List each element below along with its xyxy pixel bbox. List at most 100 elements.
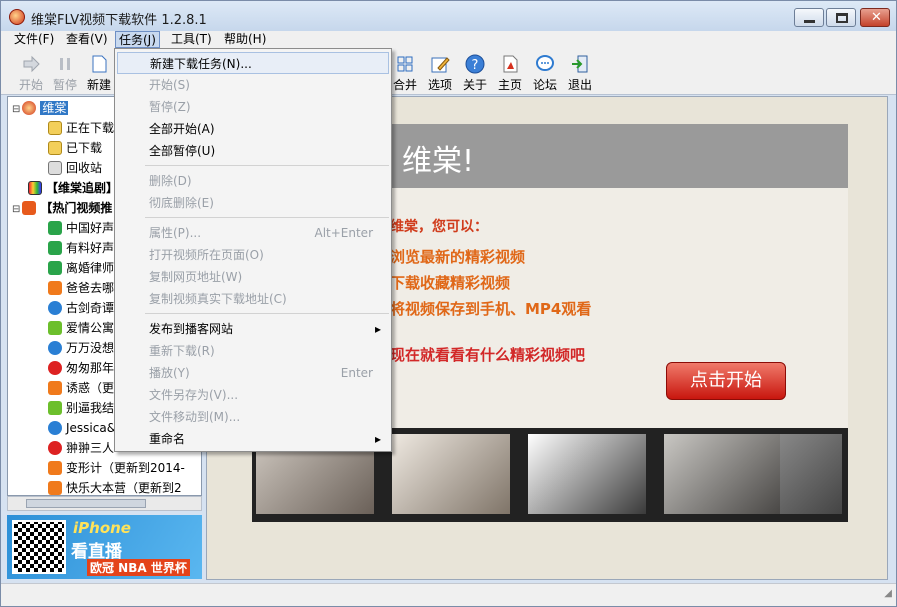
svg-text:?: ? — [472, 58, 479, 73]
tree-item-video[interactable]: 古剑奇谭 — [48, 299, 114, 317]
qr-code — [12, 520, 66, 574]
window-title: 维棠FLV视频下载软件 1.2.8.1 — [31, 13, 207, 28]
menu-item-save-as[interactable]: 文件另存为(V)... — [117, 384, 389, 406]
video-thumbnail[interactable] — [664, 434, 782, 514]
menu-item-start[interactable]: 开始(S) — [117, 74, 389, 96]
forum-tool-button[interactable]: 论坛 — [527, 54, 563, 93]
merge-tool-button[interactable]: 合并 — [387, 54, 423, 93]
close-button[interactable]: ✕ — [860, 8, 890, 27]
options-pencil-icon — [431, 57, 450, 73]
tree-item-video[interactable]: 快乐大本营（更新到2 — [48, 479, 182, 495]
tree-item-root[interactable]: ⊟ 维棠 — [12, 99, 69, 117]
bullet-item: 将视频保存到手机、MP4观看 — [390, 300, 592, 318]
menu-item-new-download[interactable]: 新建下载任务(N)... — [117, 52, 389, 74]
forum-chat-icon — [536, 55, 554, 71]
menu-item-properties[interactable]: 属性(P)... Alt+Enter — [117, 222, 389, 244]
menu-bar: 文件(F) 查看(V) 任务(J) 工具(T) 帮助(H) — [1, 31, 896, 48]
menu-item-publish[interactable]: 发布到播客网站 ▸ — [117, 318, 389, 340]
home-tool-button[interactable]: 主页 — [492, 54, 528, 93]
merge-grid-icon — [397, 56, 413, 72]
play-circle-icon — [48, 341, 62, 355]
bullet-item: 下载收藏精彩视频 — [390, 274, 511, 292]
tree-item-video[interactable]: 匆匆那年 — [48, 359, 114, 377]
tree-item-video[interactable]: 别逼我结 — [48, 399, 114, 417]
play-icon — [48, 261, 62, 275]
menu-item-pause[interactable]: 暂停(Z) — [117, 96, 389, 118]
tree-item-video[interactable]: 中国好声 — [48, 219, 114, 237]
bullet-item: 浏览最新的精彩视频 — [390, 248, 526, 266]
tree-item-downloaded[interactable]: 已下载 — [48, 139, 102, 157]
exit-door-icon — [572, 55, 588, 73]
iphone-live-ad-banner[interactable]: iPhone 看直播 欧冠 NBA 世界杯 — [7, 515, 202, 579]
about-tool-button[interactable]: ? 关于 — [457, 54, 493, 93]
menu-item-play[interactable]: 播放(Y) Enter — [117, 362, 389, 384]
tree-item-video[interactable]: 爸爸去哪 — [48, 279, 114, 297]
submenu-arrow-icon: ▸ — [374, 322, 381, 336]
menu-tools[interactable]: 工具(T) — [168, 31, 215, 48]
menu-item-open-video-page[interactable]: 打开视频所在页面(O) — [117, 244, 389, 266]
submenu-arrow-icon: ▸ — [374, 432, 381, 446]
tree-item-video[interactable]: 诱惑（更 — [48, 379, 114, 397]
video-thumbnail[interactable] — [528, 434, 646, 514]
status-bar: ◢ — [1, 583, 896, 606]
menu-item-delete-permanently[interactable]: 彻底删除(E) — [117, 192, 389, 214]
folder-download-icon — [48, 121, 62, 135]
menu-item-copy-page-url[interactable]: 复制网页地址(W) — [117, 266, 389, 288]
start-tool-button[interactable]: 开始 — [13, 54, 49, 93]
tree-horizontal-scrollbar[interactable] — [7, 496, 202, 511]
play-circle-icon — [48, 421, 62, 435]
tree-item-video[interactable]: 翀翀三人 — [48, 439, 114, 457]
video-thumbnail[interactable] — [392, 434, 510, 514]
menu-item-delete[interactable]: 删除(D) — [117, 170, 389, 192]
minimize-button[interactable] — [794, 8, 824, 27]
click-start-button[interactable]: 点击开始 — [666, 362, 786, 400]
menu-help[interactable]: 帮助(H) — [221, 31, 269, 48]
menu-item-rename[interactable]: 重命名 ▸ — [117, 428, 389, 450]
tree-item-tracking[interactable]: 【维棠追剧】 — [28, 179, 118, 197]
tree-item-hot[interactable]: ⊟ 【热门视频推 — [12, 199, 112, 217]
pause-tool-button[interactable]: 暂停 — [47, 54, 83, 93]
pause-icon — [60, 58, 70, 70]
app-logo-icon — [9, 9, 25, 25]
options-tool-button[interactable]: 选项 — [422, 54, 458, 93]
menu-view[interactable]: 查看(V) — [63, 31, 111, 48]
play-icon — [48, 221, 62, 235]
app-window: 维棠FLV视频下载软件 1.2.8.1 ✕ 文件(F) 查看(V) 任务(J) … — [0, 0, 897, 607]
tree-item-video[interactable]: 变形计（更新到2014- — [48, 459, 185, 477]
tree-item-video[interactable]: 有料好声 — [48, 239, 114, 257]
red-logo-icon — [48, 441, 62, 455]
menu-item-redownload[interactable]: 重新下载(R) — [117, 340, 389, 362]
tree-item-recycle[interactable]: 回收站 — [48, 159, 102, 177]
home-page-icon — [503, 55, 518, 73]
menu-file[interactable]: 文件(F) — [11, 31, 57, 48]
recycle-bin-icon — [48, 161, 62, 175]
video-thumbnail[interactable] — [780, 434, 842, 514]
weitang-logo-icon — [22, 101, 37, 115]
play-icon — [48, 241, 62, 255]
new-tool-button[interactable]: 新建 — [81, 54, 117, 93]
menu-item-pause-all[interactable]: 全部暂停(U) — [117, 140, 389, 162]
maximize-button[interactable] — [826, 8, 856, 27]
tree-item-video[interactable]: 爱情公寓 — [48, 319, 114, 337]
tv-logo-icon — [48, 381, 62, 395]
tree-item-video[interactable]: Jessica& — [48, 419, 116, 437]
task-menu-dropdown: 新建下载任务(N)... 开始(S) 暂停(Z) 全部开始(A) 全部暂停(U)… — [114, 48, 392, 452]
menu-item-move-to[interactable]: 文件移动到(M)... — [117, 406, 389, 428]
scrollbar-thumb[interactable] — [26, 499, 146, 508]
iqiyi-icon — [48, 401, 62, 415]
exit-tool-button[interactable]: 退出 — [562, 54, 598, 93]
resize-grip-icon[interactable]: ◢ — [884, 588, 892, 599]
menu-task[interactable]: 任务(J) — [115, 31, 160, 48]
play-arrow-icon — [23, 55, 40, 73]
menu-separator — [145, 217, 389, 218]
folder-icon — [48, 141, 62, 155]
menu-item-start-all[interactable]: 全部开始(A) — [117, 118, 389, 140]
menu-item-copy-video-url[interactable]: 复制视频真实下载地址(C) — [117, 288, 389, 310]
title-bar: 维棠FLV视频下载软件 1.2.8.1 ✕ — [1, 1, 896, 31]
tree-item-video[interactable]: 离婚律师 — [48, 259, 114, 277]
tree-item-video[interactable]: 万万没想 — [48, 339, 114, 357]
tv-logo-icon — [48, 481, 62, 495]
tv-logo-icon — [48, 461, 62, 475]
tv-logo-icon — [48, 281, 62, 295]
tree-item-downloading[interactable]: 正在下载 — [48, 119, 114, 137]
